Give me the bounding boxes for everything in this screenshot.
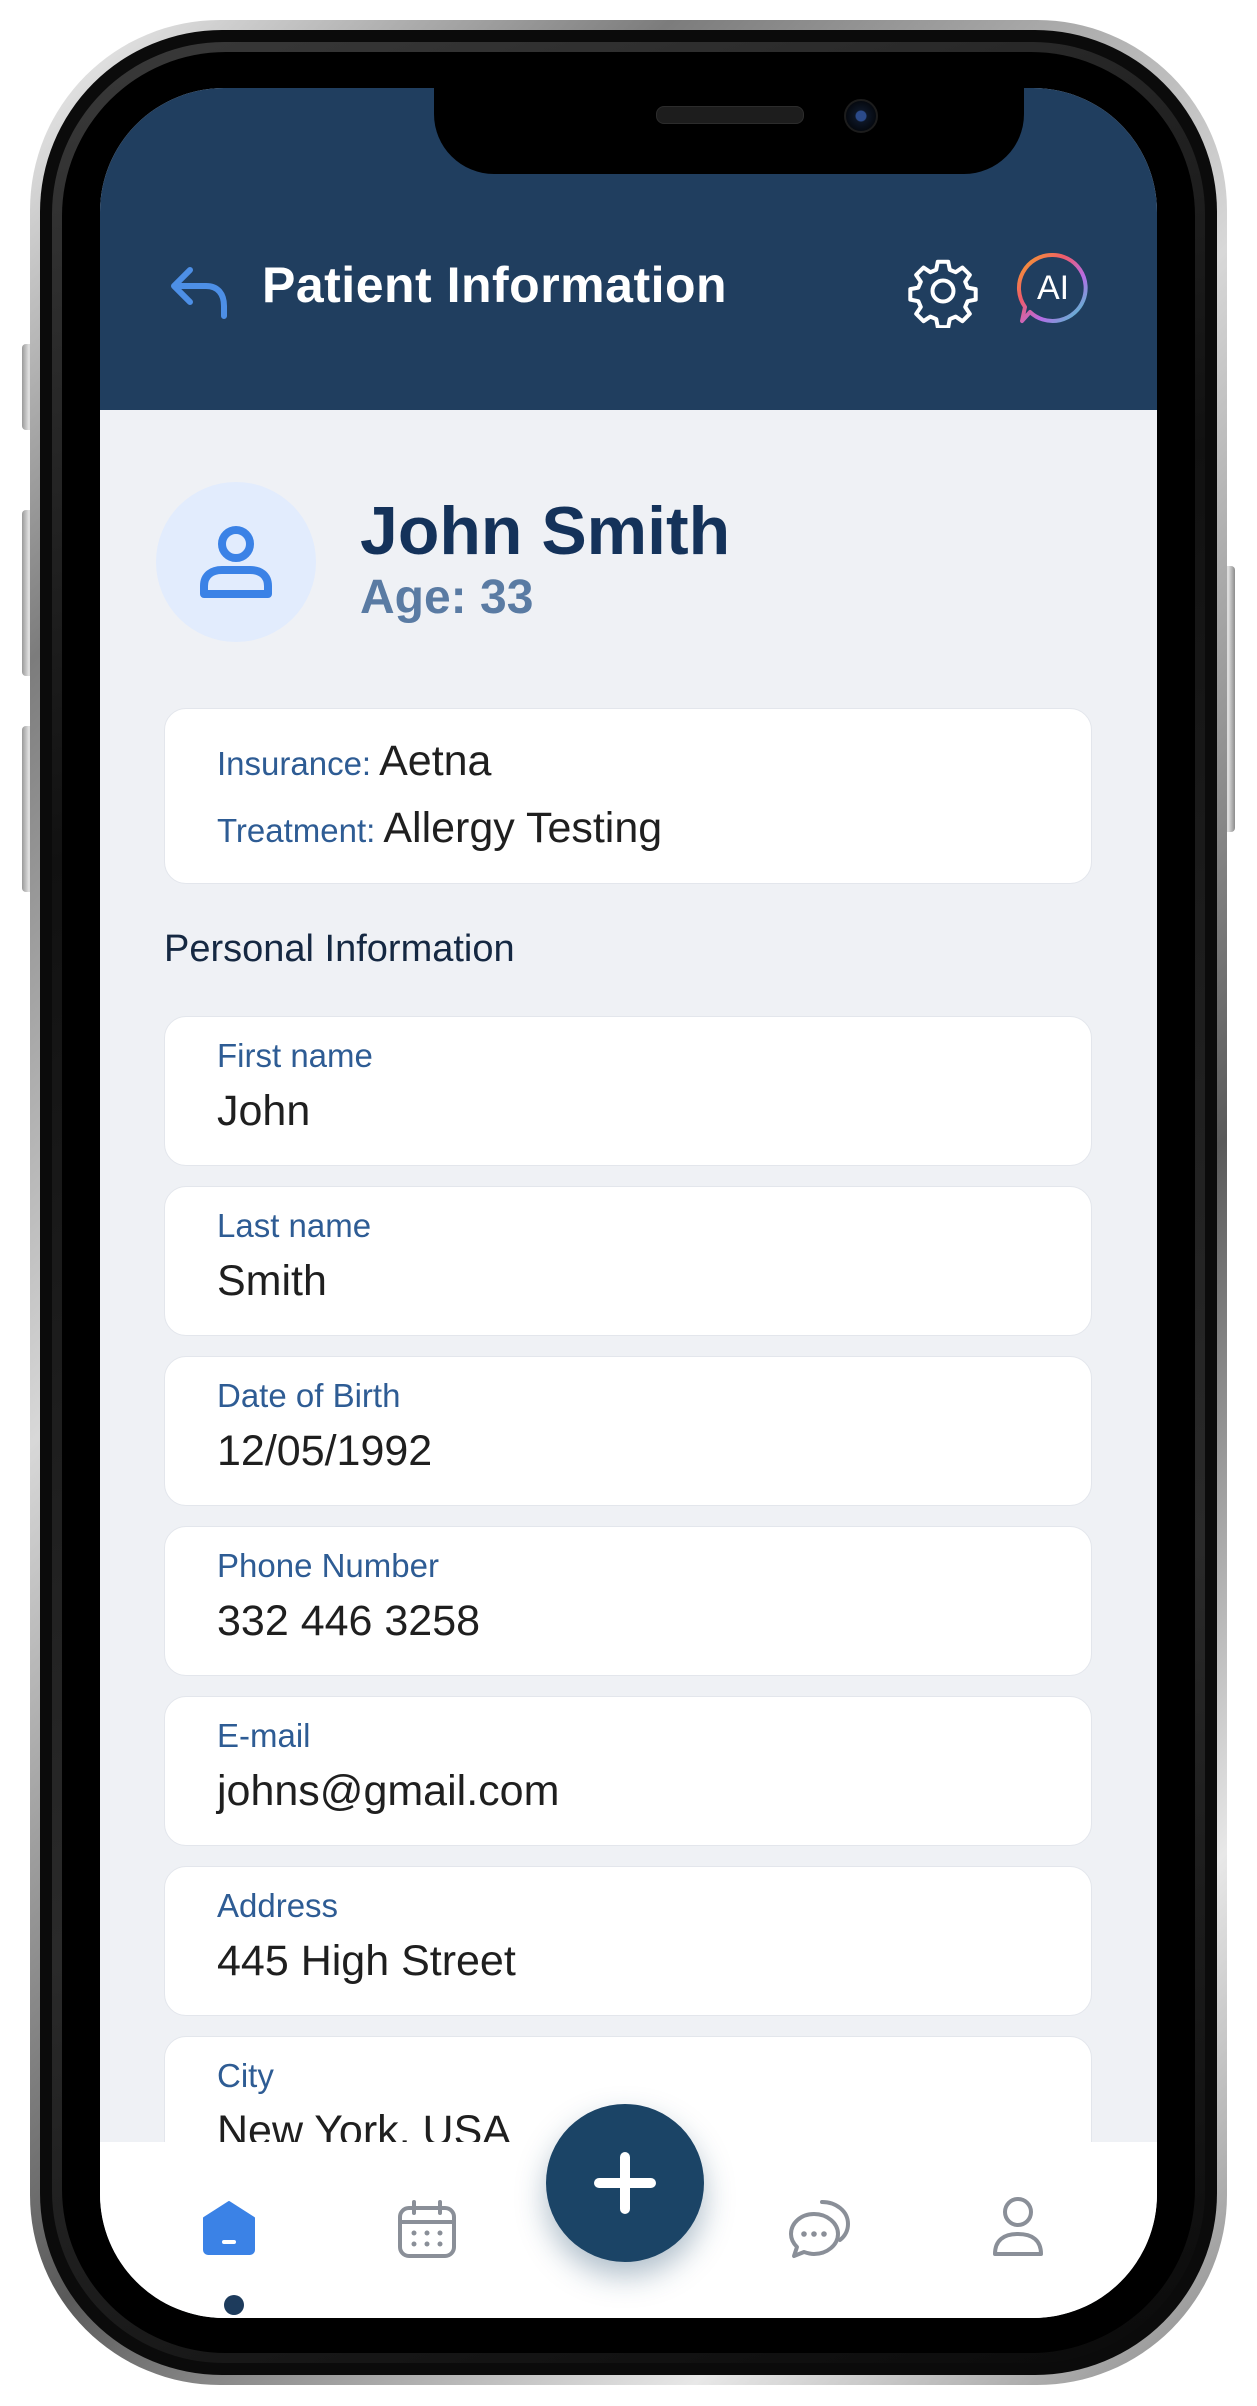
user-avatar-icon xyxy=(200,526,272,598)
phone-notch xyxy=(434,88,1024,174)
field-value: Smith xyxy=(217,1257,327,1305)
add-button[interactable] xyxy=(546,2104,704,2262)
page-title: Patient Information xyxy=(262,257,728,313)
profile-icon[interactable] xyxy=(990,2194,1046,2260)
treatment-label: Treatment: xyxy=(217,812,376,849)
field-value: johns@gmail.com xyxy=(217,1767,560,1815)
field-label: City xyxy=(217,2057,274,2094)
plus-icon xyxy=(594,2152,656,2214)
patient-age: Age: 33 xyxy=(360,571,534,624)
last-name-field[interactable]: Last name Smith xyxy=(164,1186,1092,1336)
insurance-value: Aetna xyxy=(379,737,492,785)
email-field[interactable]: E-mail johns@gmail.com xyxy=(164,1696,1092,1846)
field-label: Address xyxy=(217,1887,339,1924)
field-label: First name xyxy=(217,1037,373,1074)
patient-name: John Smith xyxy=(360,493,731,569)
field-value: 12/05/1992 xyxy=(217,1427,433,1475)
back-arrow-icon[interactable] xyxy=(166,260,232,326)
treatment-value: Allergy Testing xyxy=(383,804,663,852)
summary-card: Insurance: Aetna Treatment: Allergy Testin… xyxy=(164,708,1092,884)
field-value: 445 High Street xyxy=(217,1937,516,1985)
treatment-row: Treatment: Allergy Testing xyxy=(217,804,662,853)
field-label: Phone Number xyxy=(217,1547,439,1584)
gear-icon[interactable] xyxy=(906,254,980,328)
calendar-icon[interactable] xyxy=(396,2198,458,2260)
field-value: John xyxy=(217,1087,311,1135)
section-title: Personal Information xyxy=(164,928,515,970)
active-tab-indicator xyxy=(224,2295,244,2315)
insurance-label: Insurance: xyxy=(217,745,372,782)
insurance-row: Insurance: Aetna xyxy=(217,737,491,786)
front-camera xyxy=(844,99,878,133)
speaker-grille xyxy=(656,106,804,124)
home-icon[interactable] xyxy=(200,2198,258,2256)
address-field[interactable]: Address 445 High Street xyxy=(164,1866,1092,2016)
ai-assistant-button[interactable]: AI xyxy=(1016,251,1090,325)
field-label: Date of Birth xyxy=(217,1377,401,1414)
ai-label: AI xyxy=(1036,269,1070,307)
chat-icon[interactable] xyxy=(788,2196,854,2262)
phone-number-field[interactable]: Phone Number 332 446 3258 xyxy=(164,1526,1092,1676)
field-label: Last name xyxy=(217,1207,372,1244)
field-value: 332 446 3258 xyxy=(217,1597,481,1645)
date-of-birth-field[interactable]: Date of Birth 12/05/1992 xyxy=(164,1356,1092,1506)
avatar xyxy=(156,482,316,642)
first-name-field[interactable]: First name John xyxy=(164,1016,1092,1166)
screen: Patient Information AI John Smith Age: 3… xyxy=(100,88,1157,2318)
field-label: E-mail xyxy=(217,1717,311,1754)
